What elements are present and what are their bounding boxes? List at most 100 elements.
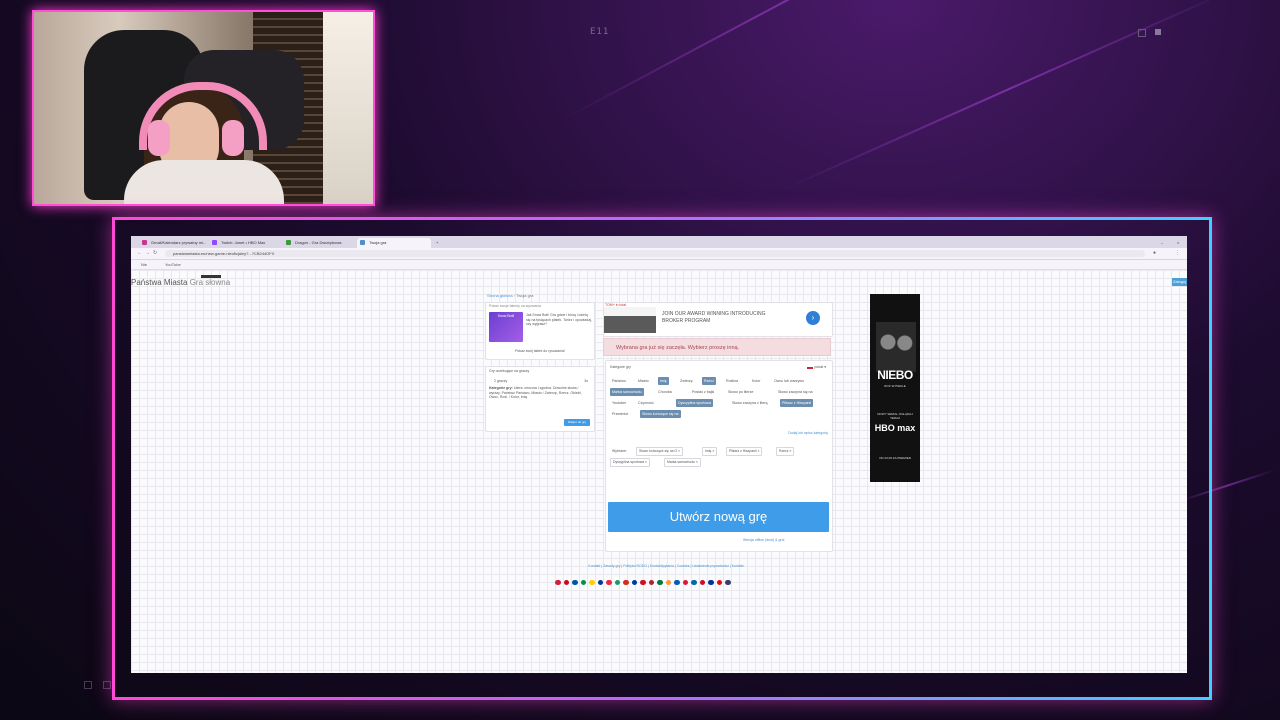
language-flag-icon[interactable] [725,579,731,585]
promo-text: Jak Snow Boti! Gra gdzie i biorą i dziel… [526,313,592,326]
category-chip[interactable]: Słowo kończące się na [640,410,681,418]
selected-label: Wybrane: [612,449,627,453]
breadcrumb-home[interactable]: Strona główna [487,293,513,298]
reload-icon[interactable]: ↻ [153,251,158,256]
language-flag-icon[interactable] [716,579,722,585]
hbo-ad-banner[interactable]: NIEBO ROK W PIEKLE NOWY SERIAL OGLĄDAJ T… [870,294,920,482]
browser-tab[interactable]: Gmail/Kalendarz prywatny mi... [139,238,207,248]
browser-tab-active[interactable]: Twoja gra [357,238,431,248]
login-button[interactable]: Zaloguj [1172,278,1187,286]
browser-tab[interactable]: Twitch: Janet • HBO Max [209,238,281,248]
category-chip[interactable]: Rzecz [702,377,716,385]
category-chip[interactable]: Dyscyplina sportowa [676,399,713,407]
language-flag-icon[interactable] [640,579,646,585]
menu-icon[interactable]: ⋮ [1175,251,1180,256]
selected-category-tag[interactable]: Dyscyplina sportowa × [610,458,651,467]
category-chip[interactable]: Słowo po literze [726,388,755,396]
create-game-button[interactable]: Utwórz nową grę [608,502,829,532]
promo-link[interactable]: Pokaż swój talent do rysowania! [486,349,594,354]
language-select[interactable]: polski ▾ [807,365,826,370]
category-chip[interactable]: Youtuber [610,399,628,407]
language-flag-icon[interactable] [623,579,629,585]
bookmark-item[interactable]: YouTube [165,260,181,269]
category-chip[interactable]: Zwierzę [678,377,695,385]
language-flag-icon[interactable] [699,579,705,585]
language-flag-icon[interactable] [691,579,697,585]
promo-image[interactable]: Snow Boti! [489,312,523,342]
language-flag-icon[interactable] [597,579,603,585]
footer-links[interactable]: Kontakt | Zasady gry | Polityka RODO | K… [551,564,781,569]
language-flag-icon[interactable] [631,579,637,585]
language-flag-icon[interactable] [606,579,612,585]
language-flag-icon[interactable] [674,579,680,585]
language-flag-icon[interactable] [555,579,561,585]
remove-icon[interactable]: × [677,449,680,453]
category-chip[interactable]: Choroba [656,388,674,396]
selected-category-tag[interactable]: Rzecz × [776,447,795,456]
top-ad-banner[interactable]: TOM+ in total JOIN OUR AWARD WINNING INT… [603,302,833,337]
remove-icon[interactable]: × [757,449,759,453]
selected-category-tag[interactable]: Marka samochodu × [664,458,701,467]
bookmarks-bar: Nie YouTube [131,260,1187,270]
language-flag-icon[interactable] [563,579,569,585]
category-chip[interactable]: Czynność [636,399,656,407]
back-icon[interactable]: ← [137,251,142,256]
category-chip[interactable]: Przedmiot [610,410,630,418]
category-chip[interactable]: Imię [658,377,669,385]
category-chip[interactable]: Roślina [724,377,740,385]
language-flag-icon[interactable] [580,579,586,585]
category-chip[interactable]: Postać z bajki [690,388,716,396]
remove-icon[interactable]: × [711,449,714,453]
category-chip[interactable]: Słowo zaczyna się na [776,388,815,396]
language-flag-icon[interactable] [665,579,671,585]
remove-icon[interactable]: × [644,460,647,464]
square-icon [1155,29,1161,35]
ad-brand: TOM+ in total [605,303,627,307]
language-flag-icon[interactable] [682,579,688,585]
selected-category-tag[interactable]: Piłkarz z Hiszpanii × [726,447,763,456]
browser-tab[interactable]: Dragon - Gra Dwutrybowa [283,238,355,248]
selected-category-label: Rzecz [779,449,789,453]
square-icon [1138,29,1146,37]
language-flag-icon[interactable] [572,579,578,585]
category-chip[interactable]: Miasto [636,377,651,385]
minimize-icon[interactable]: – [1159,238,1167,248]
category-chip[interactable]: Owoc lub warzywo [772,377,806,385]
language-flags [555,572,765,585]
forward-icon[interactable]: → [145,251,150,256]
category-chip[interactable]: Marka samochodu [610,388,644,396]
join-game-button[interactable]: Dołącz do gry [564,419,590,426]
site-title[interactable]: Państwa Miasta Gra słowna [131,278,230,287]
language-flag-icon[interactable] [648,579,654,585]
language-flag-icon[interactable] [589,579,595,585]
url-input[interactable]: panstwamiasta.eu/new-game-nieoficjalny?.… [165,250,1145,257]
tab-bar: Gmail/Kalendarz prywatny mi... Twitch: J… [131,236,1187,248]
language-flag-icon[interactable] [657,579,663,585]
background-stripe [779,0,1238,192]
ad-cta: NOWY SERIAL OGLĄDAJ TERAZ [877,412,913,420]
language-flag-icon[interactable] [708,579,714,585]
promo-header: Pokaż swoje talenty na wyzwania [489,304,541,308]
offline-version-link[interactable]: Wersja offline (druk) & gra! [743,538,785,543]
tab-label: Dragon - Gra Dwutrybowa [295,240,342,245]
category-chip[interactable]: Piłkarz z Hiszpanii [780,399,814,407]
tab-favicon-icon [360,240,365,245]
waiting-games-card: Gry oczekujące na graczy 2 graczy 3s Kat… [485,366,595,432]
category-chip[interactable]: Państwo [610,377,628,385]
category-chip[interactable]: Kolor [750,377,762,385]
remove-icon[interactable]: × [695,460,698,464]
streamer-body [124,160,284,204]
selected-category-tag[interactable]: Słowo kończące się na O × [636,447,684,456]
remove-icon[interactable]: × [788,449,791,453]
profile-icon[interactable]: ● [1153,251,1158,256]
new-tab-button[interactable]: + [433,238,443,248]
bookmark-item[interactable]: Nie [141,260,147,269]
category-chip[interactable]: Słowo zaczyna z literą [730,399,770,407]
ad-arrow-icon[interactable]: › [806,311,820,325]
add-category-link[interactable]: Dodaj lub wpisz kategorię [788,431,828,436]
ad-thumbnail [604,307,656,333]
tab-favicon-icon [142,240,147,245]
selected-category-tag[interactable]: Imię × [702,447,718,456]
close-window-icon[interactable]: × [1175,238,1183,248]
language-flag-icon[interactable] [614,579,620,585]
